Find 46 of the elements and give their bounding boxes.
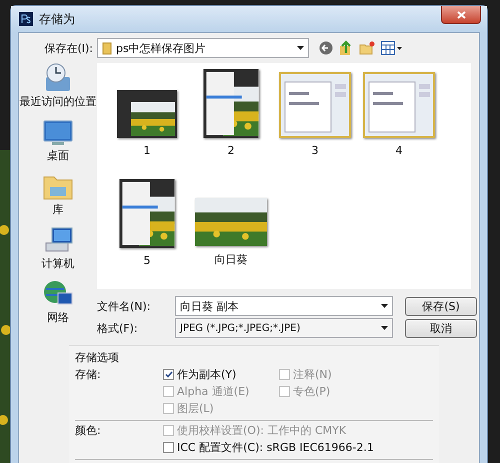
back-button[interactable] [319, 41, 333, 55]
file-name: 向日葵 [214, 252, 248, 267]
new-folder-icon [359, 41, 375, 55]
file-thumbnail[interactable]: 3 [273, 69, 357, 157]
up-folder-button[interactable] [339, 40, 353, 56]
check-icon [164, 371, 172, 378]
folder-icon [102, 42, 112, 54]
dropdown-caret-icon [297, 46, 304, 50]
view-menu-button[interactable] [381, 41, 403, 55]
option-checkbox[interactable]: ICC 配置文件(C): sRGB IEC61966-2.1 [163, 440, 374, 455]
file-name: 5 [144, 254, 150, 267]
save-in-label: 保存在(I): [43, 40, 94, 56]
sidebar-place[interactable]: 桌面 [42, 117, 74, 163]
sidebar-place[interactable]: 最近访问的位置 [20, 63, 96, 109]
new-folder-button[interactable] [359, 41, 375, 55]
dropdown-caret-icon [381, 326, 388, 330]
window-title: 存储为 [39, 10, 75, 28]
close-icon [456, 10, 466, 18]
save-button[interactable]: 保存(S) [405, 296, 477, 316]
format-dropdown[interactable]: JPEG (*.JPG;*.JPEG;*.JPE) [175, 318, 393, 338]
file-name: 3 [312, 144, 318, 157]
file-name: 2 [228, 144, 234, 157]
sidebar-place[interactable]: 网络 [42, 279, 74, 325]
format-label: 格式(F): [97, 320, 139, 336]
option-checkbox[interactable]: 作为副本(Y) [163, 367, 253, 382]
save-in-dropdown[interactable]: ps中怎样保存图片 [97, 38, 309, 58]
file-thumbnail[interactable]: 1 [105, 69, 189, 157]
file-thumbnail[interactable]: 4 [357, 69, 441, 157]
group-label: 颜色: [75, 423, 102, 439]
app-logo-icon [19, 12, 33, 26]
file-name: 1 [144, 144, 150, 157]
view-grid-icon [381, 41, 403, 55]
file-thumbnail[interactable]: 向日葵 [189, 179, 273, 267]
file-name: 4 [396, 144, 402, 157]
close-button[interactable] [441, 6, 481, 24]
sidebar-place[interactable]: 库 [42, 171, 74, 217]
options-title: 存储选项 [75, 350, 120, 365]
file-name-field[interactable]: 向日葵 副本 [175, 296, 393, 316]
file-thumbnail[interactable]: 2 [189, 69, 273, 157]
dropdown-caret-icon [381, 304, 388, 308]
group-label: 存储: [75, 367, 102, 383]
file-name-label: 文件名(N): [97, 298, 152, 314]
cancel-button[interactable]: 取消 [405, 318, 477, 338]
sidebar-place[interactable]: 计算机 [42, 225, 74, 271]
file-thumbnail[interactable]: 5 [105, 179, 189, 267]
up-arrow-icon [339, 40, 353, 56]
